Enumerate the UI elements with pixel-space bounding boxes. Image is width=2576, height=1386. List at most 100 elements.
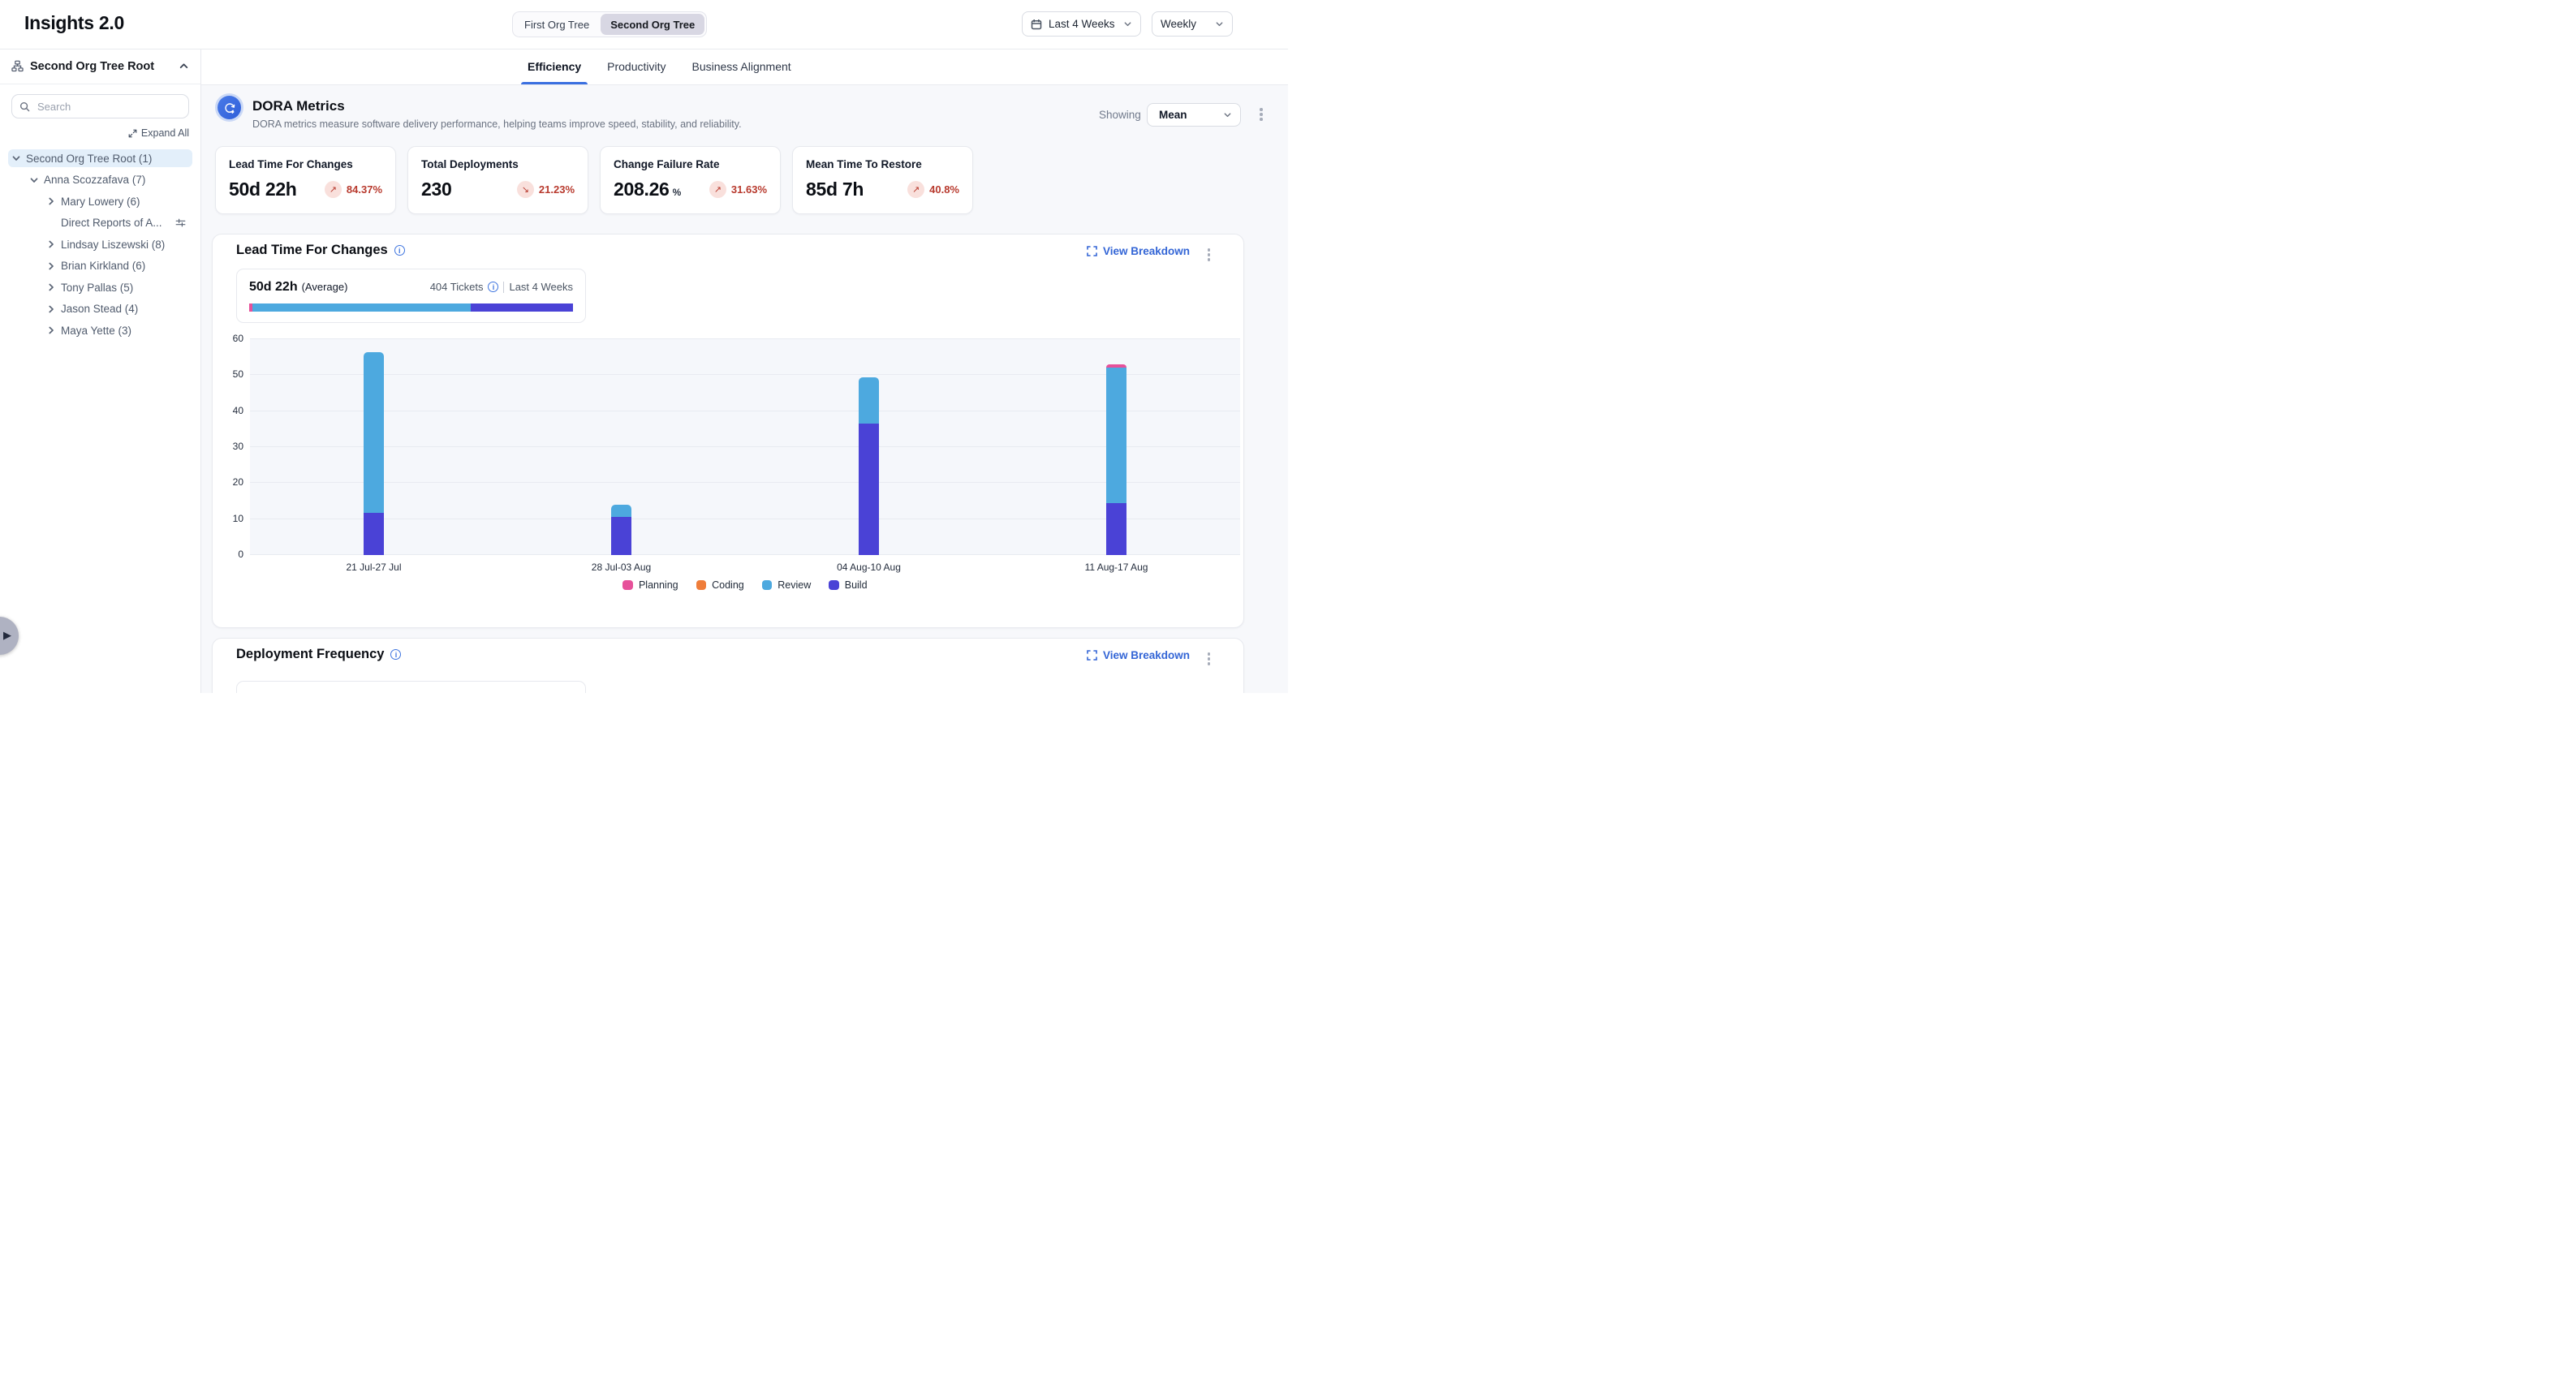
trend-up-icon: ↗ xyxy=(907,181,924,198)
chevron-down-icon xyxy=(1223,110,1232,119)
org-tree-toggle: First Org Tree Second Org Tree xyxy=(512,11,707,37)
y-tick-label: 0 xyxy=(213,549,243,560)
info-icon[interactable] xyxy=(394,245,405,256)
stat-card-title: Total Deployments xyxy=(421,158,575,170)
tree-item[interactable]: Tony Pallas (5) xyxy=(8,278,192,296)
sidebar-search[interactable] xyxy=(11,94,189,118)
stat-card-value: 50d 22h xyxy=(229,179,297,200)
expand-all-button[interactable]: Expand All xyxy=(11,127,189,139)
tree-item[interactable]: Mary Lowery (6) xyxy=(8,192,192,210)
granularity-dropdown[interactable]: Weekly xyxy=(1152,11,1233,37)
date-range-dropdown[interactable]: Last 4 Weeks xyxy=(1022,11,1141,37)
search-input[interactable] xyxy=(36,100,181,114)
showing-mean-value: Mean xyxy=(1159,109,1223,121)
legend-item-build: Build xyxy=(829,579,867,591)
chevron-up-icon[interactable] xyxy=(179,61,189,71)
tree-item[interactable]: Anna Scozzafava (7) xyxy=(8,171,192,189)
tree-item-label: Brian Kirkland (6) xyxy=(61,260,145,272)
deployment-menu-kebab[interactable] xyxy=(1205,650,1213,668)
date-range-value: Last 4 Weeks xyxy=(1049,18,1117,30)
legend-label: Review xyxy=(778,579,811,591)
tree-item-label: Direct Reports of A... xyxy=(61,217,162,229)
chevron-down-icon[interactable] xyxy=(29,175,39,185)
stat-card-trend: ↘21.23% xyxy=(517,181,575,198)
summary-tickets: 404 Tickets xyxy=(430,281,484,293)
stat-card-title: Change Failure Rate xyxy=(614,158,767,170)
stat-card-title: Lead Time For Changes xyxy=(229,158,382,170)
org-sidebar: Second Org Tree Root Expand All Second O… xyxy=(0,49,201,693)
y-tick-label: 60 xyxy=(213,333,243,344)
bar-segment-build xyxy=(611,517,631,555)
lead-time-title: Lead Time For Changes xyxy=(236,243,388,258)
info-icon[interactable] xyxy=(488,282,498,292)
info-icon[interactable] xyxy=(390,649,401,660)
tree-item[interactable]: Direct Reports of A... xyxy=(8,214,192,232)
granularity-value: Weekly xyxy=(1161,18,1208,30)
tree-item-label: Lindsay Liszewski (8) xyxy=(61,239,165,251)
filter-icon[interactable] xyxy=(175,217,186,228)
tree-item[interactable]: Jason Stead (4) xyxy=(8,300,192,318)
stat-card-trend: ↗84.37% xyxy=(325,181,382,198)
chevron-down-icon[interactable] xyxy=(11,153,21,163)
tree-item-label: Jason Stead (4) xyxy=(61,303,138,315)
stat-card-value: 85d 7h xyxy=(806,179,864,200)
tree-item[interactable]: Brian Kirkland (6) xyxy=(8,257,192,275)
legend-label: Coding xyxy=(712,579,744,591)
showing-label: Showing xyxy=(1099,109,1141,121)
tree-item-label: Anna Scozzafava (7) xyxy=(44,174,145,186)
chevron-right-icon[interactable] xyxy=(46,261,56,271)
tab-business-alignment[interactable]: Business Alignment xyxy=(691,49,793,84)
dora-section-title: DORA Metrics xyxy=(252,98,345,114)
page-title: Insights 2.0 xyxy=(24,12,124,34)
legend-label: Build xyxy=(845,579,868,591)
lead-time-chart xyxy=(250,339,1240,555)
dora-stat-cards: Lead Time For Changes50d 22h↗84.37%Total… xyxy=(215,146,973,214)
stat-card: Lead Time For Changes 50d 22h ↗84.37% xyxy=(215,146,396,214)
trend-up-icon: ↗ xyxy=(709,181,726,198)
legend-swatch xyxy=(622,580,633,591)
tree-item-label: Mary Lowery (6) xyxy=(61,196,140,208)
lead-time-view-breakdown[interactable]: View Breakdown xyxy=(1087,245,1190,257)
legend-label: Planning xyxy=(639,579,678,591)
x-tick-label: 21 Jul-27 Jul xyxy=(317,562,431,573)
chevron-right-icon[interactable] xyxy=(46,239,56,249)
tab-productivity[interactable]: Productivity xyxy=(605,49,667,84)
bar-segment-review xyxy=(611,505,631,518)
chevron-right-icon[interactable] xyxy=(46,282,56,292)
chevron-down-icon xyxy=(1215,19,1224,28)
stat-card: Total Deployments 230 ↘21.23% xyxy=(407,146,588,214)
gridline xyxy=(250,446,1240,447)
tree-item[interactable]: Lindsay Liszewski (8) xyxy=(8,235,192,253)
dora-menu-kebab[interactable] xyxy=(1257,105,1265,123)
chevron-right-icon[interactable] xyxy=(46,196,56,206)
top-header: Insights 2.0 First Org Tree Second Org T… xyxy=(0,0,1288,50)
stat-card: Mean Time To Restore85d 7h↗40.8% xyxy=(792,146,973,214)
chevron-right-icon[interactable] xyxy=(46,325,56,335)
y-tick-label: 20 xyxy=(213,476,243,488)
expand-icon xyxy=(128,129,137,138)
gridline xyxy=(250,554,1240,555)
toggle-second-org-tree[interactable]: Second Org Tree xyxy=(601,14,704,35)
stacked-bar xyxy=(611,505,631,555)
gridline xyxy=(250,338,1240,339)
bar-segment-build xyxy=(859,424,879,555)
chevron-right-icon[interactable] xyxy=(46,304,56,314)
tree-item[interactable]: Maya Yette (3) xyxy=(8,321,192,339)
y-tick-label: 30 xyxy=(213,441,243,452)
lead-time-menu-kebab[interactable] xyxy=(1205,246,1213,264)
deployment-view-breakdown[interactable]: View Breakdown xyxy=(1087,649,1190,661)
y-tick-label: 50 xyxy=(213,368,243,380)
sidebar-collapse-handle[interactable]: ▶ xyxy=(0,617,19,655)
org-tree: Second Org Tree Root (1) Anna Scozzafava … xyxy=(8,149,192,343)
trend-percentage: 84.37% xyxy=(347,183,382,196)
cycle-arrow-icon xyxy=(223,101,236,114)
toggle-first-org-tree[interactable]: First Org Tree xyxy=(515,14,599,35)
search-icon xyxy=(19,101,30,112)
tab-efficiency[interactable]: Efficiency xyxy=(526,49,583,84)
summary-period: Last 4 Weeks xyxy=(509,281,573,293)
tree-item[interactable]: Second Org Tree Root (1) xyxy=(8,149,192,167)
stat-card-value-row: 85d 7h↗40.8% xyxy=(806,179,959,200)
stat-card-value: 230 xyxy=(421,179,451,200)
deployment-frequency-title: Deployment Frequency xyxy=(236,647,384,662)
showing-mean-dropdown[interactable]: Mean xyxy=(1147,103,1241,127)
